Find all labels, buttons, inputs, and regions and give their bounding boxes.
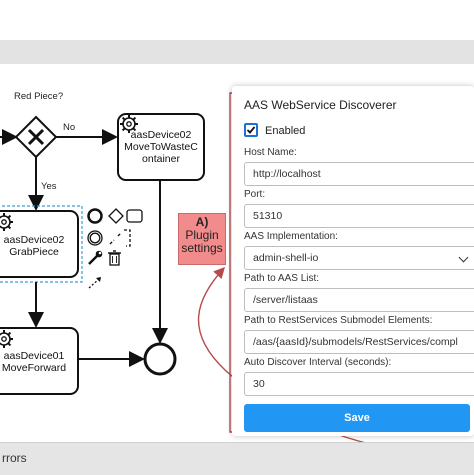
- errors-label: rrors: [2, 451, 27, 465]
- enabled-label: Enabled: [265, 125, 306, 137]
- aas-list-path-label: Path to AAS List:: [244, 273, 320, 284]
- end-event[interactable]: [143, 342, 177, 376]
- aas-implementation-select[interactable]: admin-shell-io: [244, 246, 474, 270]
- submodel-path-input[interactable]: /aas/{aasId}/submodels/RestServices/comp…: [244, 330, 474, 354]
- flow-no-label: No: [63, 122, 76, 133]
- gateway-label: Red Piece?: [14, 91, 64, 102]
- task-grab-piece-label: aasDevice02 GrabPiece: [3, 234, 65, 258]
- save-button[interactable]: Save: [244, 404, 470, 432]
- plugin-settings-callout: A) Plugin settings: [178, 213, 226, 265]
- append-task-icon[interactable]: [126, 209, 143, 223]
- aas-implementation-label: AAS Implementation:: [244, 231, 338, 242]
- append-gateway-icon[interactable]: [108, 208, 124, 224]
- check-icon: [246, 126, 256, 134]
- host-name-label: Host Name:: [244, 147, 297, 158]
- aas-implementation-value: admin-shell-io: [253, 252, 319, 264]
- plugin-settings-panel: AAS WebService Discoverer Enabled Host N…: [232, 86, 474, 436]
- port-input[interactable]: 51310: [244, 204, 474, 228]
- wrench-icon[interactable]: [88, 250, 103, 265]
- task-move-forward-label: aasDevice01 MoveForward: [1, 350, 67, 374]
- append-text-annotation-icon[interactable]: [109, 229, 131, 247]
- panel-title: AAS WebService Discoverer: [244, 98, 397, 112]
- host-name-input[interactable]: http://localhost: [244, 162, 474, 186]
- append-intermediate-event-icon[interactable]: [87, 230, 103, 246]
- callout-line: settings: [181, 241, 223, 255]
- port-label: Port:: [244, 189, 266, 200]
- submodel-path-label: Path to RestServices Submodel Elements:: [244, 315, 433, 326]
- trash-icon[interactable]: [108, 250, 121, 266]
- append-end-event-icon[interactable]: [87, 208, 103, 224]
- errors-bar[interactable]: rrors: [0, 442, 474, 475]
- enabled-checkbox[interactable]: [244, 123, 258, 137]
- task-move-to-waste-label: aasDevice02 MoveToWasteC ontainer: [124, 129, 198, 165]
- flow-yes-label: Yes: [41, 181, 57, 192]
- connect-arrow-icon[interactable]: [88, 277, 101, 289]
- discover-interval-input[interactable]: 30: [244, 372, 474, 396]
- discover-interval-label: Auto Discover Interval (seconds):: [244, 357, 392, 368]
- aas-list-path-input[interactable]: /server/listaas: [244, 288, 474, 312]
- chevron-down-icon: [458, 252, 469, 263]
- exclusive-gateway[interactable]: [14, 115, 58, 159]
